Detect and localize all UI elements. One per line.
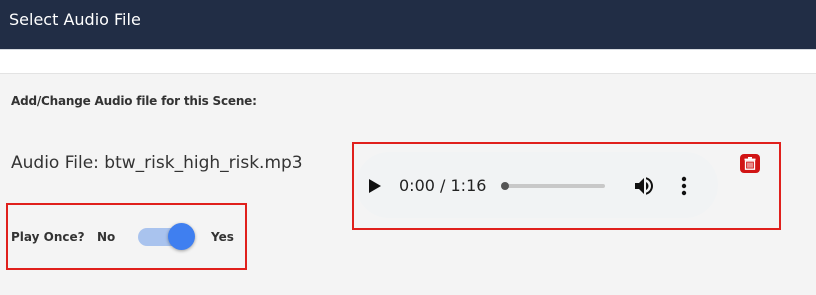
header-title: Select Audio File — [9, 10, 141, 29]
toggle-highlight-box — [6, 203, 247, 270]
audio-file-label: Audio File: btw_risk_high_risk.mp3 — [11, 153, 303, 173]
app-header: Select Audio File — [0, 0, 816, 49]
player-highlight-box — [352, 142, 781, 230]
section-label: Add/Change Audio file for this Scene: — [11, 94, 257, 108]
header-divider — [0, 49, 816, 50]
